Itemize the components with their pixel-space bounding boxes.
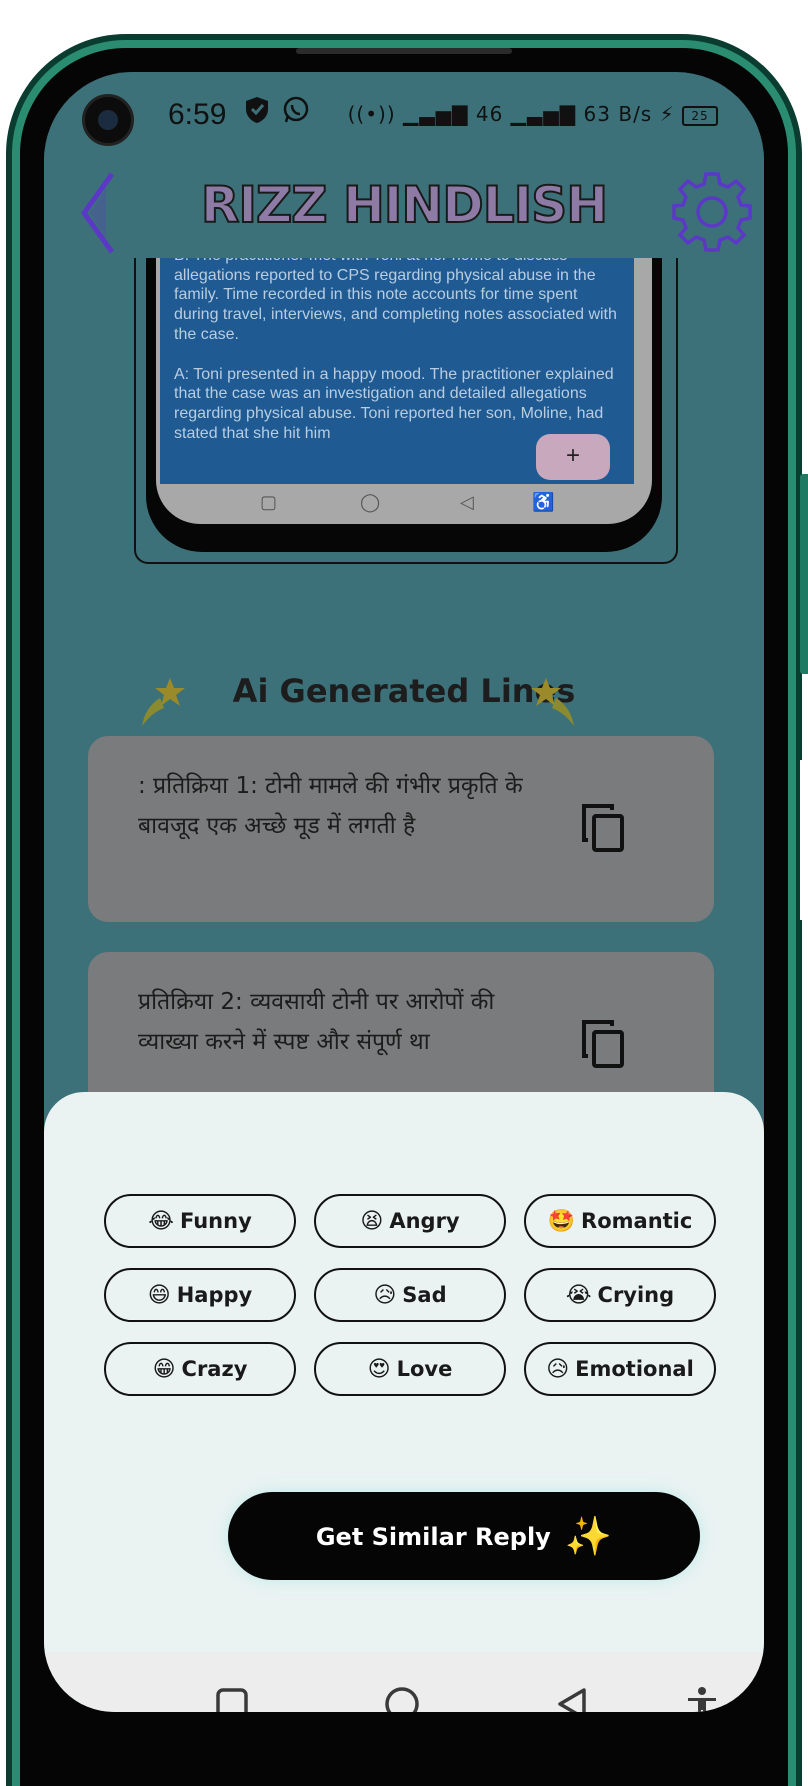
status-indicators: ((•)) ▁▃▅▇ 46 ▁▃▅▇ 63 B/s ⚡ 25: [348, 102, 718, 126]
accessibility-icon[interactable]: [684, 1686, 720, 1712]
get-similar-reply-button[interactable]: Get Similar Reply ✨: [228, 1492, 700, 1580]
cta-label: Get Similar Reply: [315, 1523, 551, 1551]
mood-chip-crying[interactable]: 😭 Crying: [524, 1268, 716, 1322]
home-circle-icon[interactable]: [384, 1686, 420, 1712]
tired-face-emoji-icon: 😫: [360, 1209, 384, 1234]
status-network-text: ((•)) ▁▃▅▇ 46 ▁▃▅▇ 63 B/s: [347, 102, 653, 126]
mood-label: Sad: [402, 1283, 447, 1307]
preview-paragraph: B: The practitioner met with Toni at her…: [174, 258, 617, 343]
preview-screen: B: The practitioner met with Toni at her…: [156, 258, 652, 524]
section-title: Ai Generated Lines: [232, 672, 576, 710]
mood-chip-happy[interactable]: 😄 Happy: [104, 1268, 296, 1322]
status-time: 6:59: [168, 98, 227, 131]
mood-label: Romantic: [581, 1209, 693, 1233]
mood-chip-funny[interactable]: 😂 Funny: [104, 1194, 296, 1248]
star-eyes-emoji-icon: 🤩: [547, 1209, 576, 1234]
mood-chip-crazy[interactable]: 😁 Crazy: [104, 1342, 296, 1396]
mood-chip-love[interactable]: 😍 Love: [314, 1342, 506, 1396]
reply-card: : प्रतिक्रिया 1: टोनी मामले की गंभीर प्र…: [88, 736, 714, 922]
mood-label: Angry: [389, 1209, 460, 1233]
sparkles-icon: ✨: [564, 1514, 613, 1558]
app-title: RIZZ HINDLISH: [200, 175, 609, 235]
preview-square-icon: ▢: [260, 492, 278, 512]
mood-label: Happy: [176, 1283, 253, 1307]
smile-emoji-icon: 😄: [147, 1283, 171, 1308]
preview-paragraph: A: Toni presented in a happy mood. The p…: [174, 365, 614, 442]
whatsapp-icon: [282, 96, 310, 131]
front-camera: [82, 94, 134, 146]
back-triangle-icon[interactable]: [554, 1686, 590, 1712]
mood-label: Crying: [597, 1283, 675, 1307]
mood-label: Funny: [179, 1209, 252, 1233]
recents-square-icon[interactable]: [214, 1686, 250, 1712]
mood-chip-sad[interactable]: 😥 Sad: [314, 1268, 506, 1322]
preview-nav-bar: ▢ ◯ ◁ ♿: [156, 484, 652, 524]
grin-emoji-icon: 😁: [152, 1357, 176, 1382]
sad-emoji-icon: 😥: [546, 1357, 570, 1382]
mood-label: Emotional: [575, 1357, 694, 1381]
copy-icon[interactable]: [578, 802, 628, 854]
system-nav-bar: [44, 1652, 764, 1712]
settings-button[interactable]: [672, 172, 752, 252]
mood-chip-romantic[interactable]: 🤩 Romantic: [524, 1194, 716, 1248]
mood-label: Crazy: [181, 1357, 248, 1381]
charging-icon: ⚡: [659, 102, 675, 126]
preview-accessibility-icon: ♿: [532, 492, 555, 512]
mood-chip-emotional[interactable]: 😥 Emotional: [524, 1342, 716, 1396]
shield-icon: [244, 96, 270, 131]
laughing-emoji-icon: 😂: [148, 1209, 174, 1234]
preview-circle-icon: ◯: [360, 492, 381, 512]
heart-eyes-emoji-icon: 😍: [367, 1357, 391, 1382]
battery-icon: 25: [682, 105, 718, 126]
sad-emoji-icon: 😥: [373, 1283, 397, 1308]
mood-chip-angry[interactable]: 😫 Angry: [314, 1194, 506, 1248]
reply-text: : प्रतिक्रिया 1: टोनी मामले की गंभीर प्र…: [138, 773, 523, 839]
side-button: [800, 474, 808, 674]
crying-emoji-icon: 😭: [565, 1283, 592, 1308]
side-button-gap: [800, 760, 808, 920]
gear-icon: [672, 172, 752, 252]
reply-text: प्रतिक्रिया 2: व्यवसायी टोनी पर आरोपों क…: [138, 989, 495, 1055]
copy-icon[interactable]: [578, 1018, 628, 1070]
screen: 6:59 ((•)) ▁▃▅▇ 46 ▁▃▅▇ 63 B/s ⚡ 25 RIZZ…: [44, 72, 764, 1712]
preview-triangle-icon: ◁: [460, 492, 474, 512]
mood-label: Love: [396, 1357, 453, 1381]
uploaded-screenshot-preview: B: The practitioner met with Toni at her…: [146, 258, 662, 552]
preview-add-button: +: [536, 434, 610, 480]
shooting-star-icon: [531, 678, 574, 726]
speaker-grille: [296, 48, 512, 54]
